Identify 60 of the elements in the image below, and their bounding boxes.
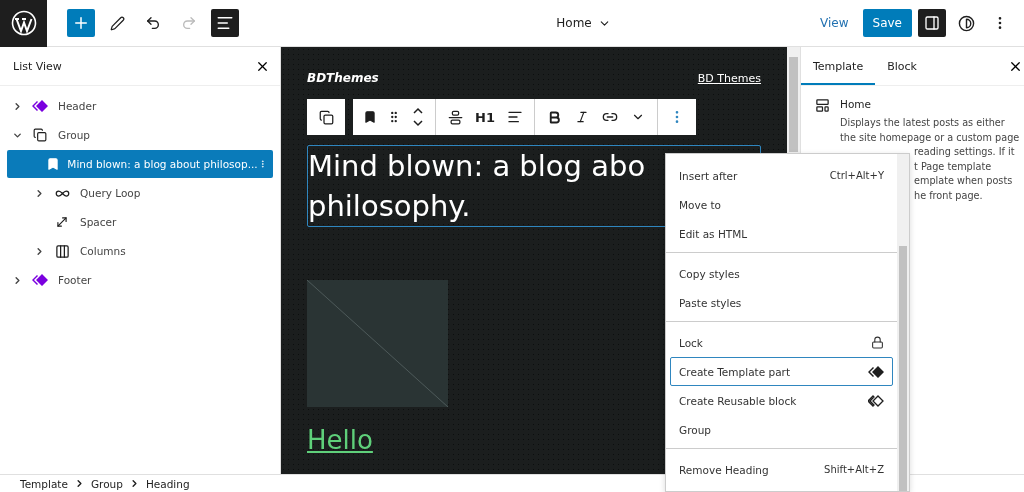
sidebar-icon [924, 15, 940, 31]
chevron-right-icon[interactable] [34, 187, 45, 199]
list-view-item[interactable]: Columns [7, 237, 273, 265]
list-view-item[interactable]: Spacer [7, 208, 273, 236]
list-view-item[interactable]: Query Loop [7, 179, 273, 207]
add-block-button[interactable] [67, 9, 95, 37]
pen-icon [109, 15, 125, 31]
list-view-item[interactable]: Footer [7, 266, 273, 294]
description-text: he front page. [914, 188, 983, 203]
chevron-right-icon[interactable] [12, 100, 23, 112]
site-link[interactable]: BD Themes [697, 71, 761, 85]
bookmark-icon [46, 157, 61, 171]
template-name: Home [840, 98, 872, 110]
heading-level-button[interactable]: H1 [470, 102, 500, 132]
plus-icon [72, 14, 90, 32]
align-left-icon [507, 109, 523, 125]
list-view-item[interactable]: Header [7, 92, 273, 120]
save-button[interactable]: Save [862, 9, 912, 37]
breadcrumb-link[interactable]: Heading [145, 477, 190, 490]
lock-icon [871, 336, 884, 349]
align-icon [447, 109, 463, 125]
chevron-right-icon[interactable] [34, 245, 45, 257]
list-view-item[interactable]: Group [7, 121, 273, 149]
diagonal-arrow-icon [55, 215, 69, 229]
breadcrumb-link[interactable]: Template [20, 477, 68, 490]
settings-sidebar-button[interactable] [918, 9, 946, 37]
italic-icon [575, 110, 589, 124]
view-link[interactable]: View [820, 16, 849, 30]
panel-title: List View [13, 59, 62, 73]
up-down-icon [412, 105, 424, 129]
list-view-icon [216, 14, 234, 32]
redo-icon [181, 15, 197, 31]
scrollbar[interactable] [897, 154, 909, 491]
list-view-button[interactable] [211, 9, 239, 37]
template-title-button[interactable]: Home [552, 12, 615, 34]
site-title: BDThemes [307, 71, 379, 85]
template-part-icon [32, 100, 48, 112]
group-icon [318, 109, 334, 125]
description-text: reading settings. If it [914, 145, 1015, 159]
breadcrumb-link[interactable]: Group [90, 477, 123, 490]
reusable-block-icon [868, 394, 884, 407]
undo-icon [145, 15, 161, 31]
wordpress-logo[interactable] [0, 0, 47, 47]
chevron-right-icon[interactable] [12, 274, 23, 286]
description-text: the site homepage or a custom page [840, 130, 1020, 145]
description-text: emplate when posts [914, 174, 1013, 188]
group-icon [33, 128, 47, 142]
template-icon [815, 98, 830, 113]
description-text: Displays the latest posts as either [840, 116, 1005, 130]
list-view-item[interactable]: Mind blown: a blog about philosop... [7, 150, 273, 178]
hello-link[interactable]: Hello [307, 425, 373, 455]
sidebar-tab[interactable]: Block [875, 47, 929, 85]
bookmark-icon [363, 110, 377, 124]
template-part-icon [868, 365, 884, 378]
sidebar-tab[interactable]: Template [801, 47, 876, 85]
menu-item[interactable]: Create Template part [670, 357, 893, 386]
description-text: t Page template [914, 159, 992, 174]
half-circle-icon [957, 14, 975, 32]
columns-icon [54, 243, 70, 259]
template-part-icon [32, 274, 48, 286]
